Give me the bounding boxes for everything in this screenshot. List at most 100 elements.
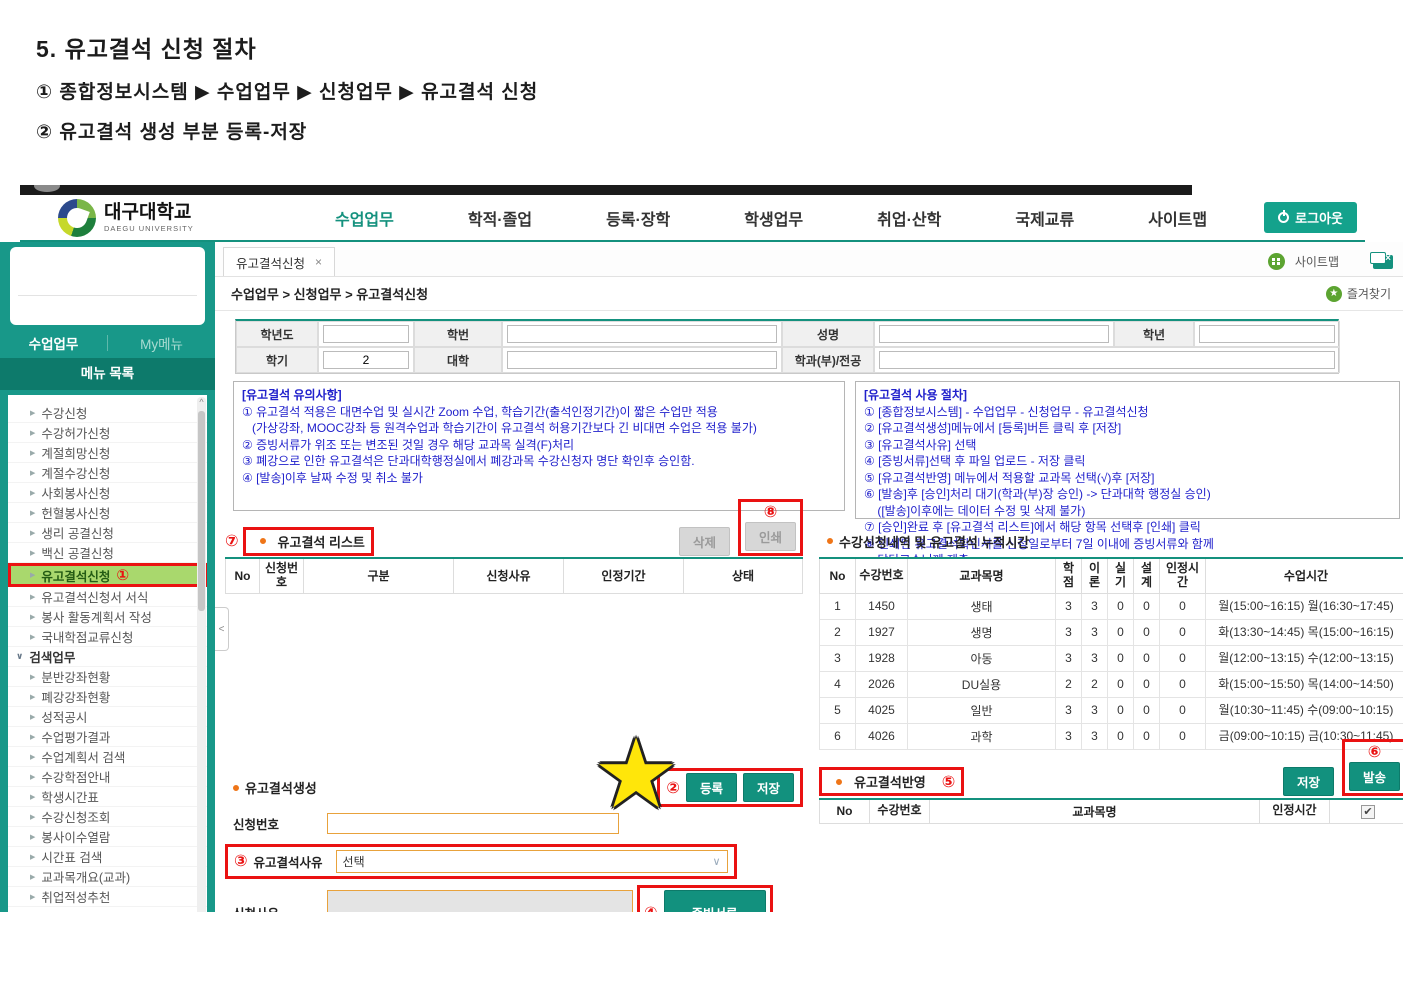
sidebar-item-excused-absence[interactable]: ▶유고결석신청① [8, 563, 207, 587]
instruction-step-2: ② 유고결석 생성 부분 등록-저장 [36, 117, 538, 144]
application-no-input[interactable] [327, 813, 619, 834]
register-button[interactable]: 등록 [686, 773, 737, 802]
nav-item-registration[interactable]: 등록·장학 [606, 206, 670, 230]
sidebar-item-syllabus-search[interactable]: ▶수업계획서 검색 [8, 747, 207, 767]
sidebar-item-timetable-search[interactable]: ▶시간표 검색 [8, 847, 207, 867]
student-no-input[interactable] [507, 325, 777, 343]
sidebar-item-section-status[interactable]: ▶분반강좌현황 [8, 667, 207, 687]
dept-input[interactable] [879, 351, 1335, 369]
sidebar-tab-mymenu[interactable]: My메뉴 [108, 333, 215, 353]
sidebar-item-seasonal-enroll[interactable]: ▶계절수강신청 [8, 463, 207, 483]
college-input[interactable] [507, 351, 777, 369]
sidebar-user-box [10, 247, 205, 325]
annotation-box-reason-type: ③ 유고결석사유 선택 ∨ [225, 844, 737, 879]
reason-type-select[interactable]: 선택 ∨ [336, 850, 728, 873]
right-column: 수강신청내역 및 유고결석 누적시간 No 수강번호 교과목명 학점 이론 [819, 525, 1403, 912]
close-all-windows-icon[interactable] [1373, 255, 1393, 269]
nav-item-student[interactable]: 학생업무 [744, 206, 803, 230]
menu-scrollbar[interactable]: ^ [197, 397, 206, 912]
sidebar-item-vaccine-absence[interactable]: ▶백신 공결신청 [8, 543, 207, 563]
enroll-row[interactable]: 64026과학33000금(09:00~10:15) 금(10:30~11:45… [820, 723, 1403, 749]
arrow-icon: ▶ [30, 833, 35, 841]
section-bullet-icon [260, 538, 266, 544]
reason-textarea[interactable] [327, 890, 633, 912]
select-all-checkbox[interactable]: ✔ [1361, 805, 1375, 819]
grade-input[interactable] [1199, 325, 1335, 343]
favorite-button[interactable]: ★ 즐겨찾기 [1326, 285, 1391, 302]
sidebar-item-student-timetable[interactable]: ▶학생시간표 [8, 787, 207, 807]
name-input[interactable] [879, 325, 1109, 343]
close-icon[interactable]: × [315, 255, 322, 269]
reflect-section-header: 유고결석반영 ⑤ 저장 ⑥ 발송 [819, 766, 1403, 798]
app-window: 대구대학교 DAEGU UNIVERSITY 수업업무 학적·졸업 등록·장학 … [0, 185, 1403, 912]
label-college: 대학 [414, 347, 502, 373]
scroll-up-icon[interactable]: ^ [197, 397, 206, 407]
nav-item-records[interactable]: 학적·졸업 [468, 206, 532, 230]
evidence-button[interactable]: 증빙서류 [664, 890, 766, 912]
sidebar-item-excused-absence-form[interactable]: ▶유고결석신청서 서식 [8, 587, 207, 607]
chevron-down-icon: ∨ [16, 651, 23, 662]
section-bullet-icon [233, 785, 239, 791]
student-info-form: 학년도 학번 성명 학년 학기 대학 학과(부)/전공 [235, 319, 1339, 374]
sidebar-item-menstrual-absence[interactable]: ▶생리 공결신청 [8, 523, 207, 543]
arrow-icon: ▶ [30, 673, 35, 681]
power-icon [1278, 212, 1289, 223]
enroll-row[interactable]: 42026DU실용22000화(15:00~15:50) 목(14:00~14:… [820, 671, 1403, 697]
logout-button[interactable]: 로그아웃 [1264, 202, 1357, 233]
send-button[interactable]: 발송 [1349, 762, 1400, 791]
nav-item-classwork[interactable]: 수업업무 [335, 206, 394, 230]
absence-list-table: No 신청번호 구분 신청사유 인정기간 상태 [225, 557, 803, 594]
sidebar-collapse-handle[interactable]: < [215, 607, 229, 651]
sidebar-item-domestic-credit[interactable]: ▶국내학점교류신청 [8, 627, 207, 647]
annotation-box-register-save: ② 등록 저장 [657, 768, 803, 807]
sidebar-item-grade-post[interactable]: ▶성적공시 [8, 707, 207, 727]
logo-title: 대구대학교 [104, 203, 194, 222]
star-icon: ★ [1326, 286, 1342, 302]
label-grade: 학년 [1114, 321, 1194, 347]
sidebar-item-course-outline[interactable]: ▶교과목개요(교과) [8, 867, 207, 887]
sidebar-item-blood-service[interactable]: ▶헌혈봉사신청 [8, 503, 207, 523]
sidebar-item-course-enroll[interactable]: ▶수강신청 [8, 403, 207, 423]
scrollbar-thumb[interactable] [198, 411, 205, 611]
tab-bar-icons: 사이트맵 [1268, 253, 1393, 276]
sidebar-item-social-service[interactable]: ▶사회봉사신청 [8, 483, 207, 503]
logout-label: 로그아웃 [1295, 208, 1343, 227]
sidebar-item-partial[interactable]: ▶취업적성추천 [8, 887, 207, 907]
save-button[interactable]: 저장 [743, 773, 794, 802]
sidebar-group-search[interactable]: ∨검색업무 [8, 647, 207, 667]
sidebar-item-course-permit[interactable]: ▶수강허가신청 [8, 423, 207, 443]
arrow-icon: ▶ [30, 853, 35, 861]
enroll-row[interactable]: 21927생명33000화(13:30~14:45) 목(15:00~16:15… [820, 619, 1403, 645]
sidebar-item-credit-guide[interactable]: ▶수강학점안내 [8, 767, 207, 787]
sidebar-tab-classwork[interactable]: 수업업무 [0, 333, 107, 353]
tab-excused-absence[interactable]: 유고결석신청 × [223, 247, 335, 276]
enroll-row[interactable]: 11450생태33000월(15:00~16:15) 월(16:30~17:45… [820, 593, 1403, 619]
notice-cautions: [유고결석 유의사항] ① 유고결석 적용은 대면수업 및 실시간 Zoom 수… [233, 381, 845, 511]
nav-item-international[interactable]: 국제교류 [1015, 206, 1074, 230]
user-box-divider [18, 295, 197, 296]
sidebar-item-service-plan[interactable]: ▶봉사 활동계획서 작성 [8, 607, 207, 627]
delete-button[interactable]: 삭제 [679, 527, 730, 556]
nav-item-sitemap[interactable]: 사이트맵 [1148, 206, 1207, 230]
sidebar-item-seasonal-hope[interactable]: ▶계절희망신청 [8, 443, 207, 463]
semester-input[interactable] [323, 351, 409, 369]
enroll-row[interactable]: 31928아동33000월(12:00~13:15) 수(12:00~13:15… [820, 645, 1403, 671]
nav-item-career[interactable]: 취업·산학 [877, 206, 941, 230]
reflect-save-button[interactable]: 저장 [1283, 767, 1334, 796]
arrow-icon: ▶ [30, 529, 35, 537]
arrow-icon: ▶ [30, 733, 35, 741]
university-logo-icon [58, 199, 96, 237]
sitemap-icon[interactable] [1268, 253, 1285, 270]
app-header: 대구대학교 DAEGU UNIVERSITY 수업업무 학적·졸업 등록·장학 … [20, 195, 1365, 242]
year-input[interactable] [323, 325, 409, 343]
sidebar-item-enroll-lookup[interactable]: ▶수강신청조회 [8, 807, 207, 827]
sidebar-item-closed-courses[interactable]: ▶폐강강좌현황 [8, 687, 207, 707]
sidebar-item-eval-results[interactable]: ▶수업평가결과 [8, 727, 207, 747]
sidebar-item-service-record[interactable]: ▶봉사이수열람 [8, 827, 207, 847]
enroll-table: No 수강번호 교과목명 학점 이론 실기 설계 인정시간 수업시간 [819, 557, 1403, 750]
arrow-icon: ▶ [30, 633, 35, 641]
tab-label: 유고결석신청 [236, 253, 305, 272]
enroll-row[interactable]: 54025일반33000월(10:30~11:45) 수(09:00~10:15… [820, 697, 1403, 723]
annotation-box-reflect-title: 유고결석반영 ⑤ [819, 767, 964, 796]
print-button[interactable]: 인쇄 [745, 522, 796, 551]
